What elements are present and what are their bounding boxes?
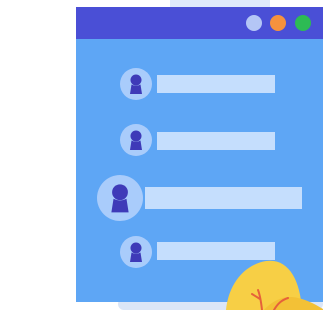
person-silhouette-icon <box>130 242 142 262</box>
avatar <box>97 175 143 221</box>
person-silhouette-icon <box>130 74 142 94</box>
avatar <box>120 68 152 100</box>
yellow-plant-icon <box>226 260 323 310</box>
window-dot-orange[interactable] <box>270 15 286 31</box>
person-silhouette-icon <box>111 184 129 213</box>
avatar <box>120 124 152 156</box>
window-titlebar <box>76 7 323 39</box>
person-silhouette-icon <box>130 130 142 150</box>
window-dot-green[interactable] <box>295 15 311 31</box>
contact-name-placeholder <box>157 75 275 93</box>
avatar <box>120 236 152 268</box>
contact-name-placeholder <box>145 187 302 209</box>
contact-name-placeholder <box>157 132 275 150</box>
illustration-canvas <box>0 0 323 310</box>
window-dot-light[interactable] <box>246 15 262 31</box>
